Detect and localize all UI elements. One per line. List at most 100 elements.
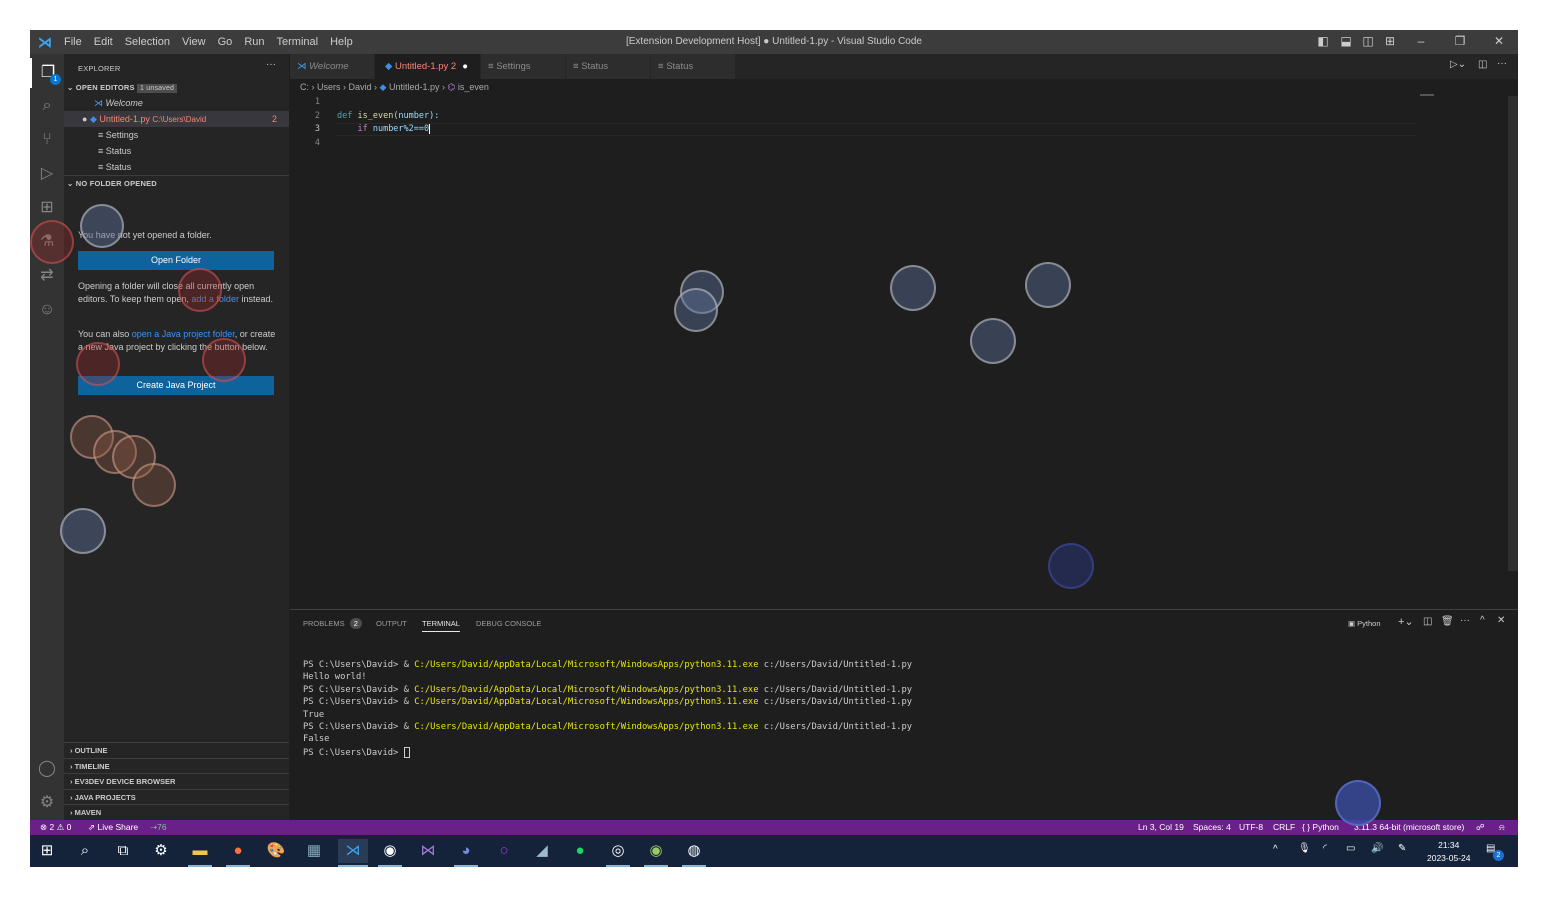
app-icon[interactable]: ◢	[530, 839, 554, 863]
calculator-icon[interactable]: ▦	[302, 839, 326, 863]
source-control-icon[interactable]: ⑂	[30, 125, 64, 155]
open-editors-header[interactable]: ⌄ OPEN EDITORS 1 unsaved	[67, 83, 178, 93]
terminal-shell-selector[interactable]: ▣ Python	[1348, 619, 1381, 628]
obs-icon[interactable]: ◎	[606, 839, 630, 867]
tab-settings[interactable]: ≡ Settings	[481, 54, 565, 79]
vscode-taskbar-icon[interactable]: ⋊	[338, 839, 368, 867]
tab-debug-console[interactable]: DEBUG CONSOLE	[476, 619, 541, 628]
tab-welcome[interactable]: ⋊ Welcome	[290, 54, 374, 79]
clock[interactable]: 21:34 2023-05-24	[1427, 839, 1470, 865]
manage-gear-icon[interactable]: ⚙	[30, 788, 64, 818]
maven-section[interactable]: › MAVEN	[64, 804, 289, 820]
panel-more-icon[interactable]: ···	[1460, 615, 1470, 626]
menu-run[interactable]: Run	[244, 36, 264, 48]
line-ending[interactable]: CRLF	[1273, 820, 1295, 835]
breadcrumb-item[interactable]: David	[349, 82, 372, 92]
tab-status[interactable]: ≡ Status	[566, 54, 650, 79]
menu-view[interactable]: View	[182, 36, 206, 48]
live-share-button[interactable]: ⇗ Live Share	[88, 820, 138, 835]
timeline-section[interactable]: › TIMELINE	[64, 758, 289, 774]
menu-file[interactable]: File	[64, 36, 82, 48]
discord-icon[interactable]: ◕	[454, 839, 478, 867]
tab-status[interactable]: ≡ Status	[651, 54, 735, 79]
customize-layout-icon[interactable]: ⊞	[1383, 34, 1397, 48]
remote-icon[interactable]: ⇄	[30, 261, 64, 291]
breadcrumb-item[interactable]: is_even	[458, 82, 489, 92]
restore-button[interactable]: ❐	[1453, 34, 1467, 48]
close-panel-icon[interactable]: ✕	[1497, 615, 1505, 626]
file-explorer-icon[interactable]: ▬	[188, 839, 212, 867]
ports-status[interactable]: ⇢76	[150, 820, 167, 835]
minimap[interactable]	[1420, 94, 1434, 96]
open-editor-settings[interactable]: ≡ Settings	[64, 127, 289, 143]
paint-icon[interactable]: 🎨	[264, 839, 288, 863]
split-editor-icon[interactable]: ◫	[1478, 59, 1487, 70]
tab-output[interactable]: OUTPUT	[376, 619, 407, 628]
cortana-icon[interactable]: ○	[492, 839, 516, 863]
menu-go[interactable]: Go	[218, 36, 233, 48]
toggle-secondary-sidebar-icon[interactable]: ◫	[1361, 34, 1375, 48]
close-button[interactable]: ✕	[1492, 34, 1506, 48]
menu-help[interactable]: Help	[330, 36, 353, 48]
firefox-icon[interactable]: ●	[226, 839, 250, 867]
language-mode[interactable]: { } Python	[1302, 820, 1339, 835]
tab-terminal[interactable]: TERMINAL	[422, 619, 460, 632]
volume-icon[interactable]: 🔊	[1371, 843, 1383, 854]
code-line[interactable]: def is_even(number):	[337, 111, 439, 121]
breadcrumb-item[interactable]: Users	[317, 82, 341, 92]
app-icon[interactable]: ◍	[682, 839, 706, 867]
search-icon[interactable]: ⌕	[30, 91, 64, 121]
app-icon[interactable]: ◉	[644, 839, 668, 867]
more-actions-icon[interactable]: ···	[266, 59, 276, 70]
problems-status[interactable]: ⊗ 2 ⚠ 0	[40, 820, 71, 835]
show-hidden-icons[interactable]: ^	[1273, 844, 1278, 855]
outline-section[interactable]: › OUTLINE	[64, 742, 289, 758]
open-folder-button[interactable]: Open Folder	[78, 251, 274, 270]
open-editor-status[interactable]: ≡ Status	[64, 159, 289, 175]
breadcrumb-item[interactable]: C:	[300, 82, 309, 92]
windows-start-icon[interactable]: ⊞	[35, 839, 59, 863]
minimize-button[interactable]: –	[1414, 34, 1428, 48]
ev3dev-icon[interactable]: ☺	[30, 295, 64, 325]
kill-terminal-icon[interactable]: 🗑	[1441, 616, 1454, 627]
tab-untitled-1[interactable]: ◆ Untitled-1.py 2 ●	[375, 54, 480, 79]
task-view-icon[interactable]: ⧉	[111, 839, 135, 863]
split-terminal-icon[interactable]: ◫	[1423, 616, 1432, 627]
code-line[interactable]: if number%2==0	[337, 124, 431, 134]
toggle-panel-icon[interactable]: ⬓	[1339, 34, 1353, 48]
microphone-icon[interactable]: 🎙	[1298, 843, 1311, 854]
wifi-icon[interactable]: ◜	[1323, 843, 1327, 854]
open-editor-welcome[interactable]: ⋊ Welcome	[64, 95, 289, 111]
spotify-icon[interactable]: ●	[568, 839, 592, 863]
extensions-icon[interactable]: ⊞	[30, 193, 64, 223]
unsaved-dot-icon[interactable]: ●	[462, 61, 468, 72]
run-python-icon[interactable]: ▷⌄	[1450, 59, 1466, 70]
feedback-icon[interactable]: ☍	[1476, 820, 1485, 835]
settings-gear-icon[interactable]: ⚙	[149, 839, 173, 863]
open-editor-untitled[interactable]: ● ◆ Untitled-1.py C:\Users\David 2	[64, 111, 289, 127]
notifications-bell-icon[interactable]: ⍾	[1499, 820, 1505, 835]
accounts-icon[interactable]: ◯	[30, 754, 64, 784]
menu-selection[interactable]: Selection	[125, 36, 170, 48]
terminal-prompt[interactable]: PS C:\Users\David>	[303, 746, 410, 758]
visual-studio-icon[interactable]: ⋈	[416, 839, 440, 863]
editor-scrollbar[interactable]	[1508, 96, 1518, 571]
search-icon[interactable]: ⌕	[73, 839, 97, 863]
ev3dev-section[interactable]: › EV3DEV DEVICE BROWSER	[64, 773, 289, 789]
notification-center-icon[interactable]: ▤ 2	[1486, 843, 1504, 861]
run-debug-icon[interactable]: ▷	[30, 159, 64, 189]
explorer-icon[interactable]: ❐ 1	[30, 58, 64, 88]
cursor-position[interactable]: Ln 3, Col 19	[1138, 820, 1184, 835]
open-editor-status[interactable]: ≡ Status	[64, 143, 289, 159]
editor-more-icon[interactable]: ···	[1497, 58, 1507, 69]
indentation[interactable]: Spaces: 4	[1193, 820, 1231, 835]
encoding[interactable]: UTF-8	[1239, 820, 1263, 835]
battery-icon[interactable]: ▭	[1346, 843, 1355, 854]
menu-terminal[interactable]: Terminal	[277, 36, 319, 48]
menu-edit[interactable]: Edit	[94, 36, 113, 48]
toggle-sidebar-icon[interactable]: ◧	[1316, 34, 1330, 48]
maximize-panel-icon[interactable]: ^	[1480, 615, 1485, 626]
github-desktop-icon[interactable]: ◉	[378, 839, 402, 867]
no-folder-header[interactable]: ⌄ NO FOLDER OPENED	[64, 175, 289, 188]
tab-problems[interactable]: PROBLEMS 2	[303, 618, 362, 629]
